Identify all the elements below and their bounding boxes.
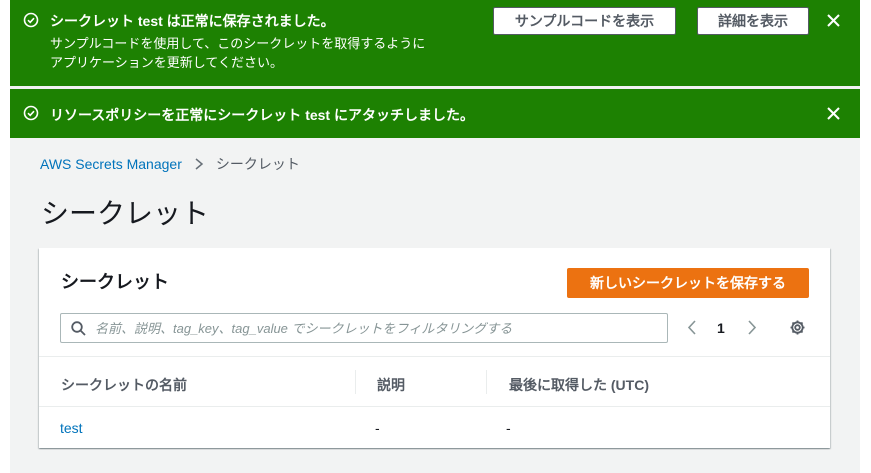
breadcrumb-root-link[interactable]: AWS Secrets Manager xyxy=(40,156,182,172)
search-icon xyxy=(71,321,86,336)
check-circle-icon xyxy=(23,105,39,121)
secrets-table-panel: シークレット 新しいシークレットを保存する 1 シークレットの名前 xyxy=(39,248,830,448)
table-row: test - - xyxy=(39,408,830,448)
chevron-right-icon xyxy=(195,158,204,170)
search-box xyxy=(60,313,668,343)
close-icon[interactable] xyxy=(825,105,842,122)
secret-last-retrieved: - xyxy=(506,420,511,436)
success-flash-policy-attached: リソースポリシーを正常にシークレット test にアタッチしました。 xyxy=(10,89,860,138)
gear-icon[interactable] xyxy=(789,319,806,336)
flash-title: リソースポリシーを正常にシークレット test にアタッチしました。 xyxy=(50,107,474,123)
pagination-page-number[interactable]: 1 xyxy=(717,320,725,336)
column-divider xyxy=(486,370,487,394)
check-circle-icon xyxy=(23,12,39,28)
chevron-right-icon[interactable] xyxy=(747,320,757,335)
breadcrumb: AWS Secrets Manager シークレット xyxy=(40,154,300,174)
table-header: シークレットの名前 説明 最後に取得した (UTC) xyxy=(39,356,830,407)
breadcrumb-current: シークレット xyxy=(215,156,300,172)
panel-title: シークレット xyxy=(61,272,169,292)
success-flash-secret-saved: シークレット test は正常に保存されました。 サンプルコードを使用して、この… xyxy=(10,0,860,86)
page-frame: シークレット test は正常に保存されました。 サンプルコードを使用して、この… xyxy=(10,0,860,473)
store-new-secret-button[interactable]: 新しいシークレットを保存する xyxy=(567,268,809,298)
secret-description: - xyxy=(375,420,380,436)
search-input[interactable] xyxy=(95,314,663,342)
flash-body-line: アプリケーションを更新してください。 xyxy=(50,55,283,70)
column-header-name[interactable]: シークレットの名前 xyxy=(61,375,187,395)
secret-name-link[interactable]: test xyxy=(60,420,83,436)
flash-body: サンプルコードを使用して、このシークレットを取得するように アプリケーションを更… xyxy=(50,34,490,72)
flash-body-line: サンプルコードを使用して、このシークレットを取得するように xyxy=(50,36,426,51)
column-divider xyxy=(355,370,356,394)
close-icon[interactable] xyxy=(825,12,842,29)
view-sample-code-button[interactable]: サンプルコードを表示 xyxy=(493,7,676,35)
view-details-button[interactable]: 詳細を表示 xyxy=(697,7,809,35)
chevron-left-icon[interactable] xyxy=(687,320,697,335)
column-header-last-retrieved[interactable]: 最後に取得した (UTC) xyxy=(509,375,649,395)
page-title: シークレット xyxy=(41,198,210,229)
column-header-description[interactable]: 説明 xyxy=(377,375,405,395)
flash-title: シークレット test は正常に保存されました。 xyxy=(50,13,335,29)
